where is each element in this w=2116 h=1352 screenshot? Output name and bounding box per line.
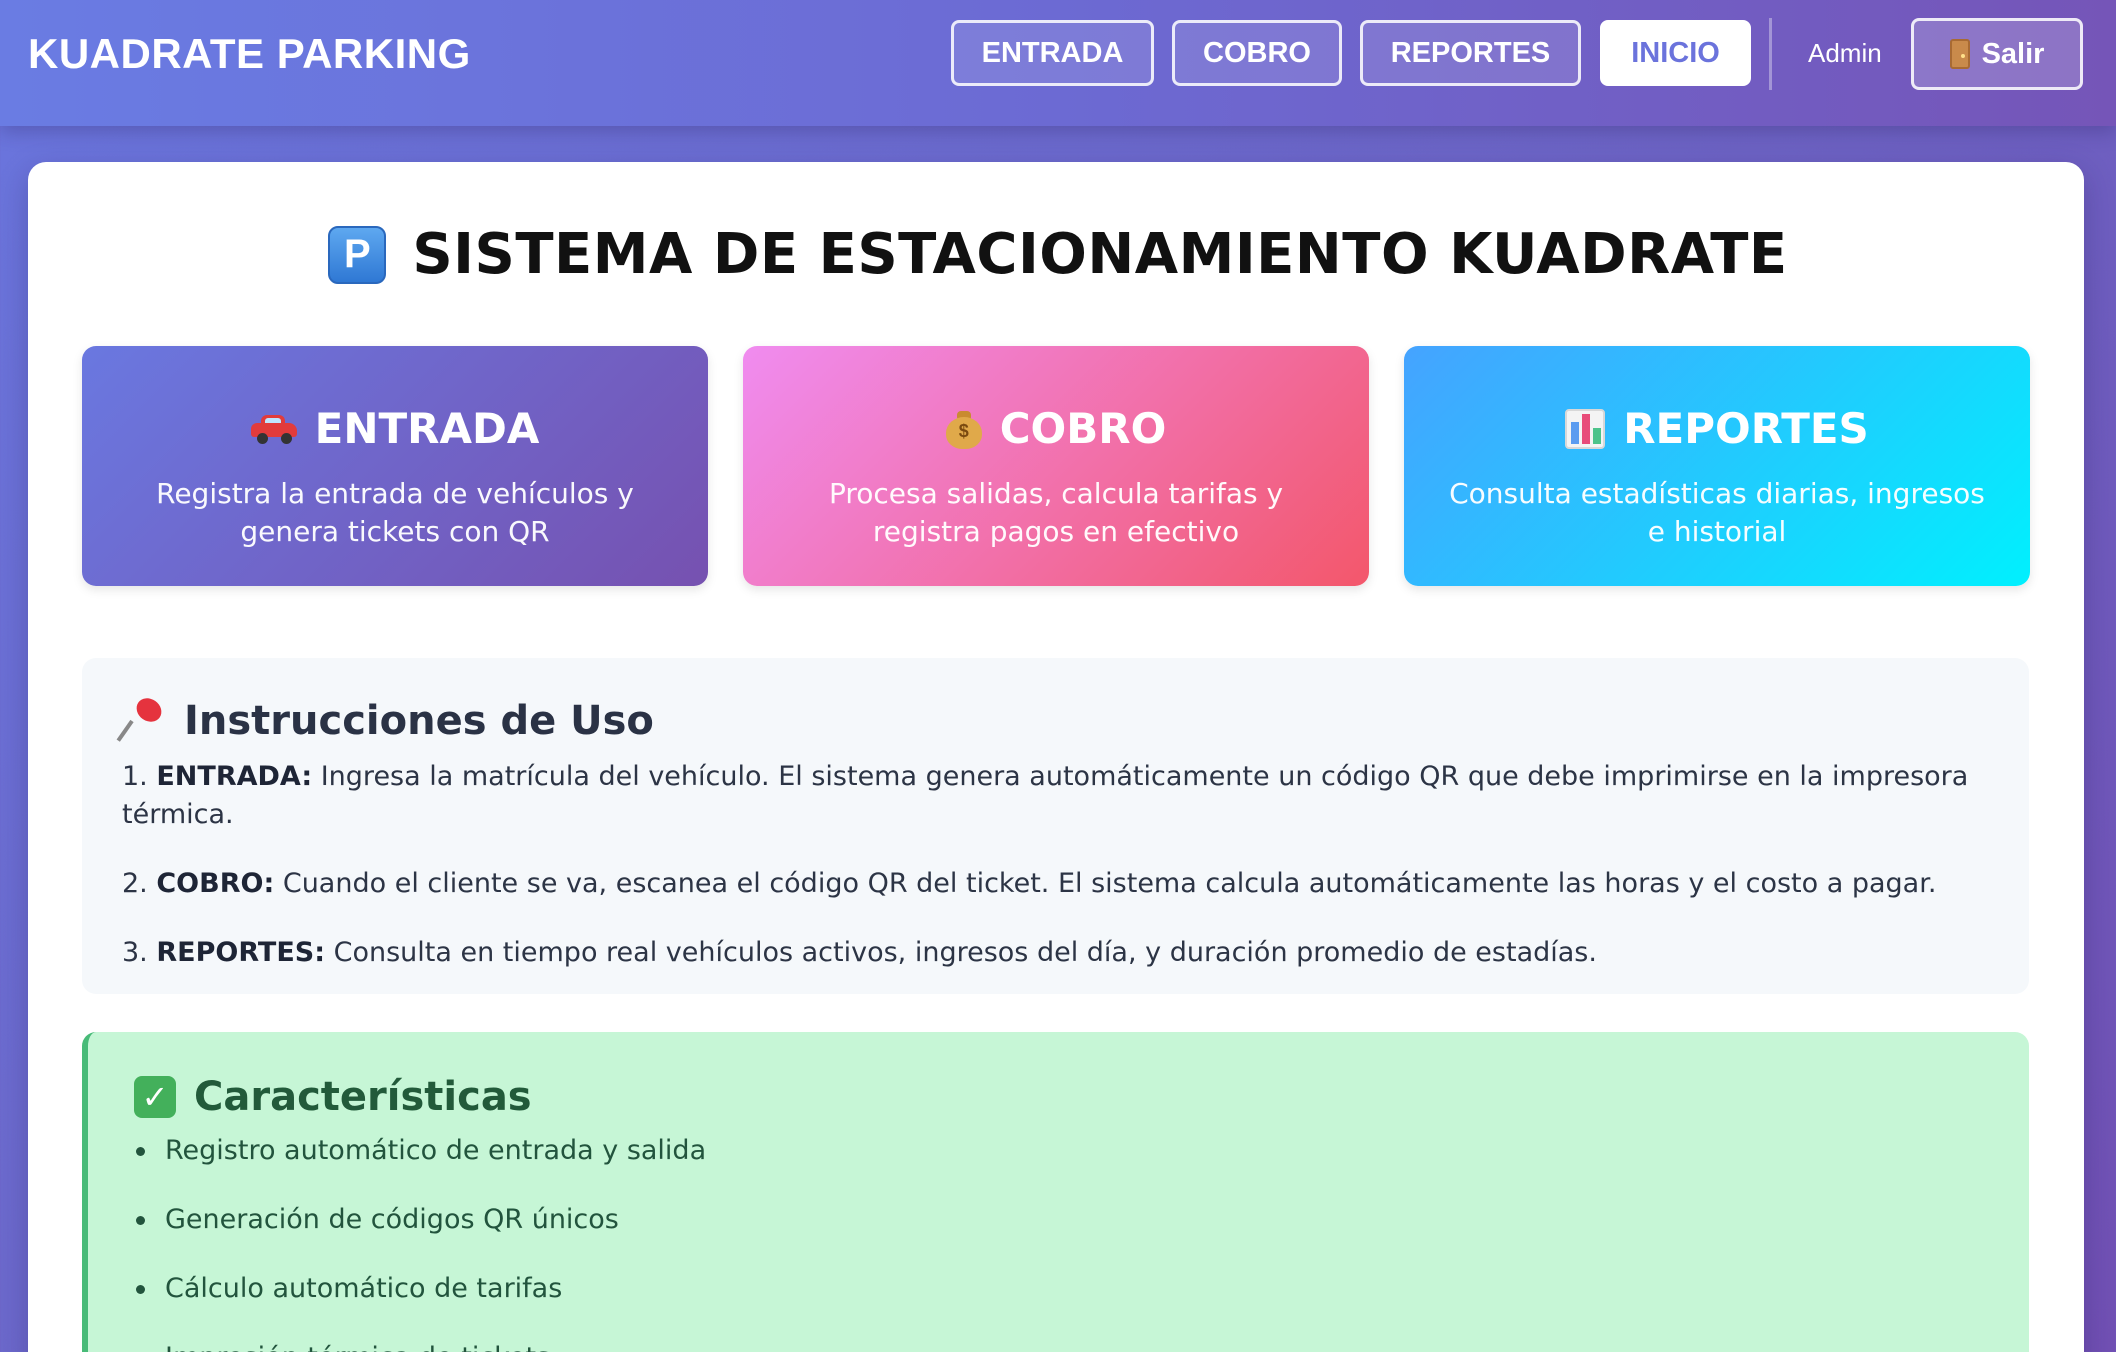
tile-reportes-title: REPORTES <box>1623 404 1869 453</box>
feature-item: Impresión térmica de tickets <box>136 1339 1936 1352</box>
step-number: 1. <box>122 761 148 792</box>
step-text: Consulta en tiempo real vehículos activo… <box>333 937 1597 968</box>
top-navbar: KUADRATE PARKING ENTRADA COBRO REPORTES … <box>0 0 2116 126</box>
features-panel: ✓ Características Registro automático de… <box>82 1032 2029 1352</box>
money-bag-icon: $ <box>945 409 982 449</box>
pushpin-icon <box>116 693 166 743</box>
logout-label: Salir <box>1981 37 2045 70</box>
tile-cobro-desc: Procesa salidas, calcula tarifas y regis… <box>828 477 1284 548</box>
parking-icon: P <box>328 225 387 284</box>
instructions-list: 1. ENTRADA: Ingresa la matrícula del veh… <box>122 758 2002 1003</box>
bar-chart-icon <box>1565 408 1606 449</box>
step-label: COBRO: <box>156 868 275 899</box>
tile-reportes[interactable]: REPORTES Consulta estadísticas diarias, … <box>1404 346 2030 586</box>
feature-item: Cálculo automático de tarifas <box>136 1270 1936 1308</box>
user-name: Admin <box>1808 38 1882 68</box>
door-icon <box>1949 39 1970 69</box>
tile-entrada[interactable]: ENTRADA Registra la entrada de vehículos… <box>82 346 708 586</box>
car-icon <box>250 414 297 444</box>
step-text: Ingresa la matrícula del vehículo. El si… <box>122 761 1969 830</box>
nav-entrada-button[interactable]: ENTRADA <box>951 20 1154 86</box>
feature-item: Registro automático de entrada y salida <box>136 1132 1936 1170</box>
tile-reportes-desc: Consulta estadísticas diarias, ingresos … <box>1449 477 1985 548</box>
page-title-text: SISTEMA DE ESTACIONAMIENTO KUADRATE <box>412 222 1788 287</box>
tile-entrada-title: ENTRADA <box>314 404 540 453</box>
features-heading: ✓ Características <box>134 1074 532 1120</box>
step-number: 2. <box>122 868 148 899</box>
instructions-panel: Instrucciones de Uso 1. ENTRADA: Ingresa… <box>82 658 2029 994</box>
logout-button[interactable]: Salir <box>1911 18 2083 90</box>
step-label: ENTRADA: <box>156 761 313 792</box>
instruction-step: 2. COBRO: Cuando el cliente se va, escan… <box>122 865 2002 903</box>
instruction-step: 3. REPORTES: Consulta en tiempo real veh… <box>122 934 2002 972</box>
nav-divider <box>1769 18 1772 90</box>
tile-entrada-desc: Registra la entrada de vehículos y gener… <box>156 477 634 548</box>
features-list: Registro automático de entrada y salida … <box>136 1132 1936 1352</box>
nav-cobro-button[interactable]: COBRO <box>1172 20 1342 86</box>
nav-inicio-button[interactable]: INICIO <box>1600 20 1751 86</box>
nav-reportes-button[interactable]: REPORTES <box>1360 20 1581 86</box>
check-icon: ✓ <box>134 1076 176 1118</box>
step-label: REPORTES: <box>156 937 326 968</box>
instructions-title: Instrucciones de Uso <box>184 698 654 744</box>
step-text: Cuando el cliente se va, escanea el códi… <box>282 868 1937 899</box>
tile-cobro[interactable]: $ COBRO Procesa salidas, calcula tarifas… <box>743 346 1369 586</box>
instructions-heading: Instrucciones de Uso <box>116 693 654 744</box>
app-brand[interactable]: KUADRATE PARKING <box>28 30 471 78</box>
features-title: Características <box>194 1074 532 1120</box>
feature-item: Generación de códigos QR únicos <box>136 1201 1936 1239</box>
tile-cobro-title: COBRO <box>999 404 1167 453</box>
instruction-step: 1. ENTRADA: Ingresa la matrícula del veh… <box>122 758 2002 834</box>
page-title: P SISTEMA DE ESTACIONAMIENTO KUADRATE <box>0 222 2116 287</box>
step-number: 3. <box>122 937 148 968</box>
